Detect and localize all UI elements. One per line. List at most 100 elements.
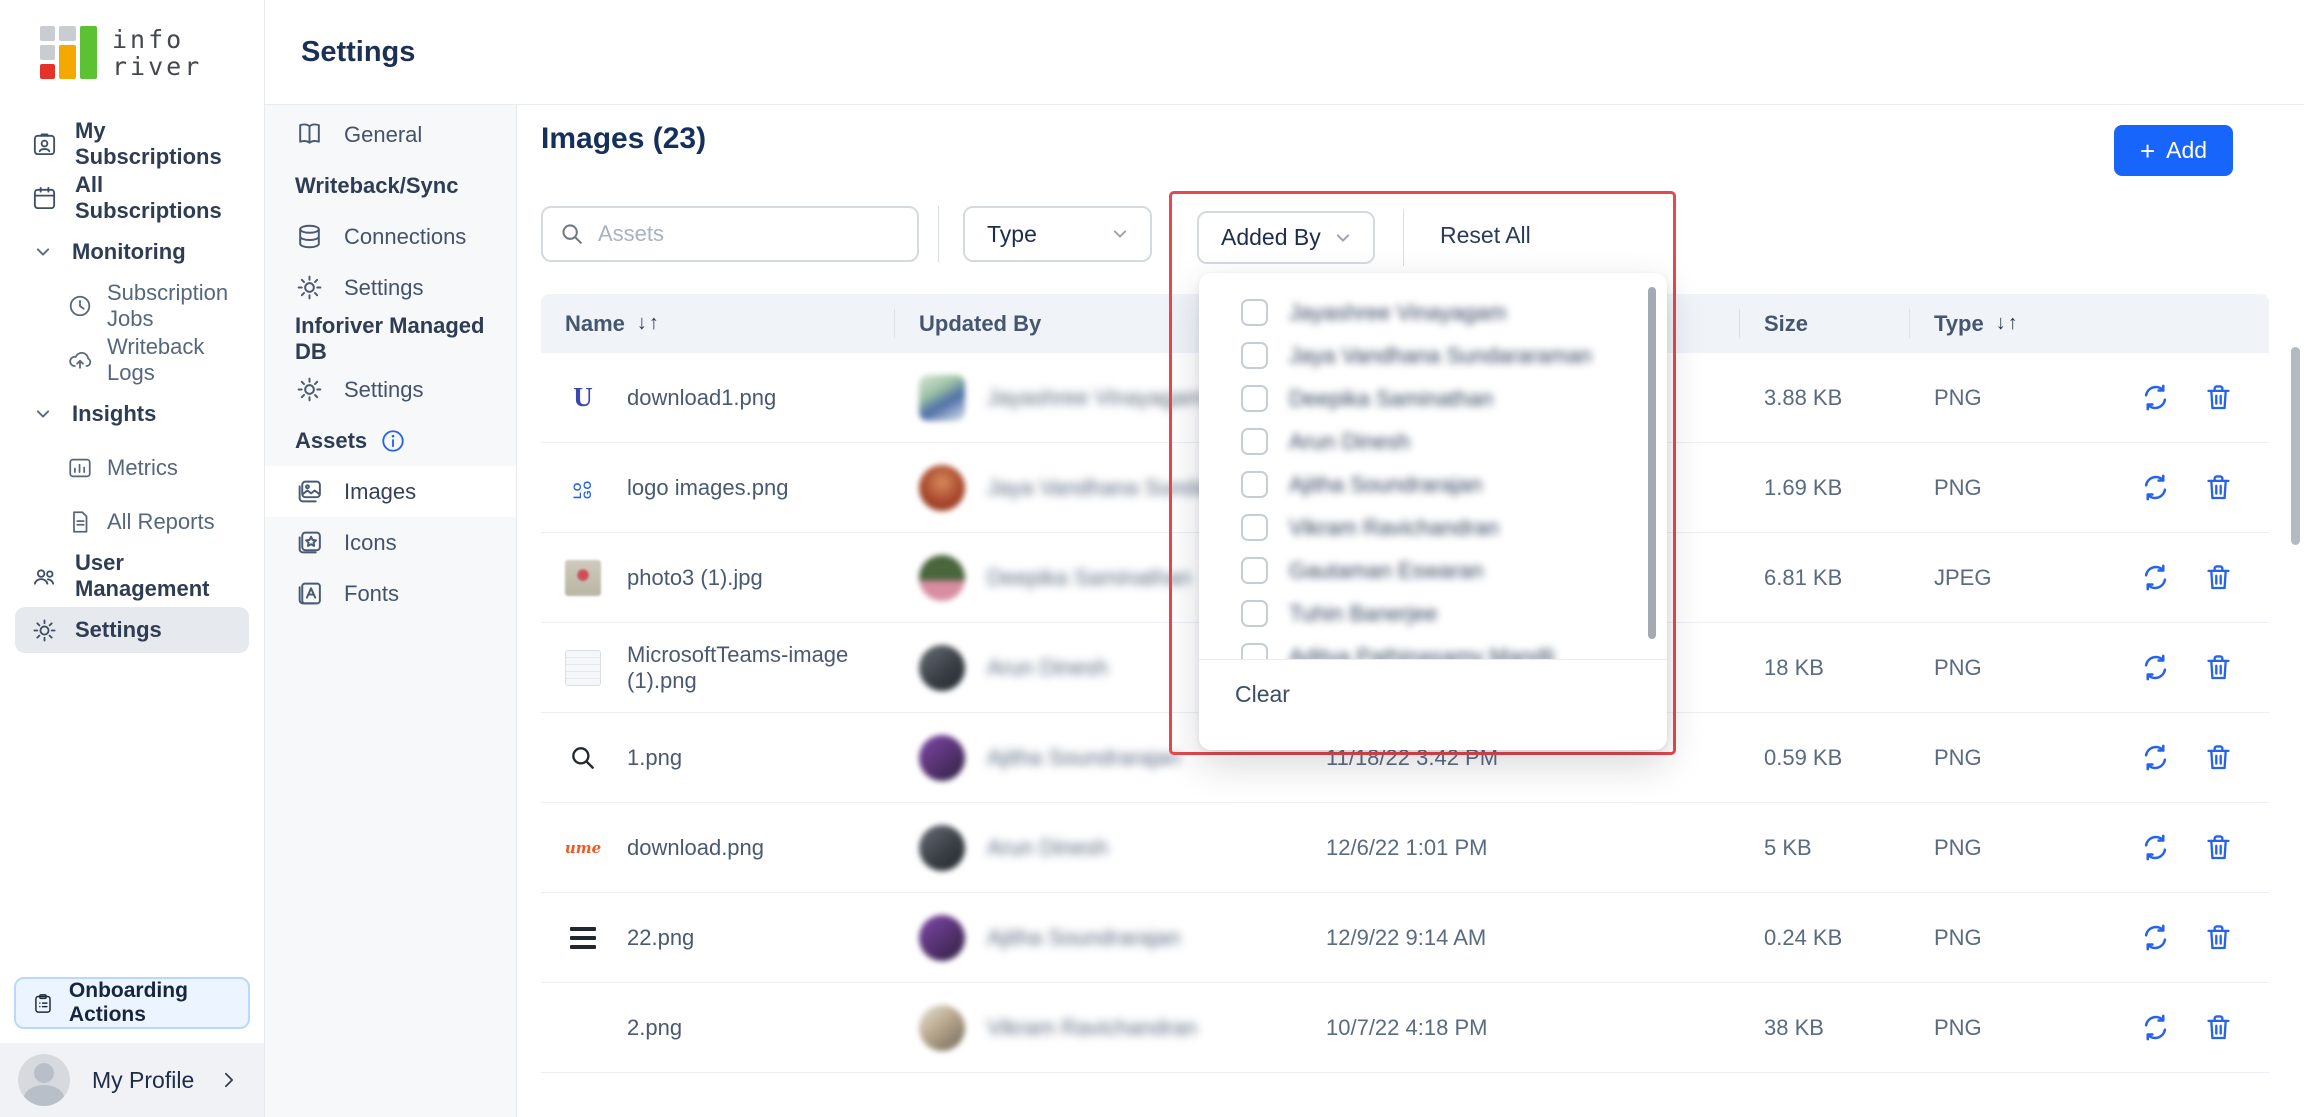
- subnav-section-label: Assets: [295, 427, 368, 453]
- document-icon: [73, 511, 88, 533]
- clear-button[interactable]: Clear: [1235, 681, 1290, 707]
- sidebar-item-settings[interactable]: Settings: [15, 607, 249, 653]
- inforiver-logo-text: info river: [112, 24, 203, 81]
- refresh-button[interactable]: [2140, 832, 2171, 863]
- added-by-option[interactable]: Vikram Ravichandran: [1199, 506, 1667, 549]
- delete-button[interactable]: [2203, 1012, 2234, 1043]
- type-filter-select[interactable]: Type: [963, 206, 1152, 262]
- added-by-option[interactable]: Tuhin Banerjee: [1199, 592, 1667, 635]
- refresh-button[interactable]: [2140, 562, 2171, 593]
- added-by-option[interactable]: Jaya Vandhana Sundararaman: [1199, 334, 1667, 377]
- refresh-button[interactable]: [2140, 922, 2171, 953]
- sidebar-item-label: Metrics: [107, 455, 178, 480]
- added-by-option[interactable]: Jayashree Vinayagam: [1199, 291, 1667, 334]
- refresh-button[interactable]: [2140, 742, 2171, 773]
- file-type: JPEG: [1934, 564, 1992, 590]
- checkbox[interactable]: [1241, 471, 1268, 498]
- sidebar-item-my-subscriptions[interactable]: My Subscriptions: [15, 118, 249, 169]
- refresh-button[interactable]: [2140, 472, 2171, 503]
- checkbox[interactable]: [1241, 514, 1268, 541]
- delete-button[interactable]: [2203, 382, 2234, 413]
- subnav-item-writeback-settings[interactable]: Settings: [265, 262, 516, 313]
- file-type: PNG: [1934, 924, 1982, 950]
- avatar: [919, 644, 965, 691]
- added-by-option[interactable]: Aditya Pathinasamy Mandli: [1199, 635, 1667, 659]
- fonts-icon: [298, 582, 321, 605]
- column-header-size[interactable]: Size: [1740, 294, 1910, 353]
- delete-button[interactable]: [2203, 472, 2234, 503]
- subnav-item-fonts[interactable]: Fonts: [265, 568, 516, 619]
- subnav-item-label: Settings: [344, 376, 424, 402]
- info-icon[interactable]: [380, 428, 406, 454]
- added-by-filter-select[interactable]: Added By: [1197, 211, 1375, 264]
- subnav-item-general[interactable]: General: [265, 109, 516, 160]
- subnav-item-label: General: [344, 121, 423, 147]
- checkbox[interactable]: [1241, 557, 1268, 584]
- thumbnail-magnifier: [565, 740, 601, 776]
- sidebar-group-monitoring[interactable]: Monitoring: [15, 229, 249, 275]
- checkbox[interactable]: [1241, 299, 1268, 326]
- checkbox[interactable]: [1241, 643, 1268, 659]
- primary-sidebar: info river My Subscriptions All Subscrip…: [0, 0, 265, 1117]
- page-scrollbar[interactable]: [2291, 347, 2300, 545]
- add-button[interactable]: + Add: [2114, 125, 2233, 176]
- column-header-name[interactable]: Name ↓↑: [541, 294, 895, 353]
- sort-icon: ↓↑: [636, 312, 661, 334]
- file-name: download.png: [627, 834, 765, 860]
- sidebar-group-label: Insights: [72, 401, 157, 426]
- chevron-down-icon: [1336, 233, 1350, 242]
- sidebar-item-writeback-logs[interactable]: Writeback Logs: [15, 334, 249, 385]
- search-input[interactable]: [598, 221, 888, 247]
- gear-icon: [33, 618, 56, 642]
- sidebar-item-user-management[interactable]: User Management: [15, 550, 249, 601]
- delete-button[interactable]: [2203, 562, 2234, 593]
- file-size: 0.59 KB: [1764, 744, 1843, 770]
- file-type: PNG: [1934, 384, 1982, 410]
- column-header-type[interactable]: Type ↓↑: [1910, 294, 2140, 353]
- sidebar-item-all-subscriptions[interactable]: All Subscriptions: [15, 172, 249, 223]
- file-size: 6.81 KB: [1764, 564, 1843, 590]
- dropdown-scrollbar[interactable]: [1648, 287, 1656, 639]
- gear-icon: [297, 275, 322, 300]
- checkbox[interactable]: [1241, 385, 1268, 412]
- delete-button[interactable]: [2203, 832, 2234, 863]
- avatar: [919, 824, 965, 871]
- checkbox[interactable]: [1241, 600, 1268, 627]
- sidebar-item-subscription-jobs[interactable]: Subscription Jobs: [15, 280, 249, 331]
- refresh-button[interactable]: [2140, 382, 2171, 413]
- cloud-upload-icon: [69, 351, 92, 369]
- updated-by-name: Deepika Saminathan: [987, 564, 1192, 590]
- subnav-item-images[interactable]: Images: [265, 466, 516, 517]
- sidebar-item-all-reports[interactable]: All Reports: [15, 499, 249, 545]
- subnav-item-connections[interactable]: Connections: [265, 211, 516, 262]
- subnav-item-icons[interactable]: Icons: [265, 517, 516, 568]
- sidebar-item-metrics[interactable]: Metrics: [15, 445, 249, 491]
- checkbox[interactable]: [1241, 428, 1268, 455]
- file-name: logo images.png: [627, 474, 789, 500]
- file-type: PNG: [1934, 654, 1982, 680]
- added-by-option[interactable]: Arun Dinesh: [1199, 420, 1667, 463]
- my-profile-row[interactable]: My Profile: [0, 1043, 264, 1117]
- subnav-item-db-settings[interactable]: Settings: [265, 364, 516, 415]
- delete-button[interactable]: [2203, 922, 2234, 953]
- added-by-option[interactable]: Gautaman Eswaran: [1199, 549, 1667, 592]
- subnav-item-label: Connections: [344, 223, 467, 249]
- refresh-button[interactable]: [2140, 652, 2171, 683]
- file-size: 18 KB: [1764, 654, 1824, 680]
- onboarding-actions-button[interactable]: Onboarding Actions: [14, 977, 250, 1029]
- my-profile-label: My Profile: [92, 1066, 195, 1093]
- checkbox[interactable]: [1241, 342, 1268, 369]
- refresh-button[interactable]: [2140, 1012, 2171, 1043]
- added-by-option-label: Jayashree Vinayagam: [1289, 299, 1507, 325]
- added-by-option[interactable]: Deepika Saminathan: [1199, 377, 1667, 420]
- chevron-right-icon: [224, 1072, 234, 1088]
- images-count-title: Images (23): [541, 122, 707, 155]
- inforiver-logo-icon: [40, 26, 97, 79]
- sidebar-group-insights[interactable]: Insights: [15, 391, 249, 437]
- updated-by-name: Ajitha Soundrarajan: [987, 744, 1181, 770]
- thumbnail-hamburger-lines: [565, 920, 601, 956]
- delete-button[interactable]: [2203, 742, 2234, 773]
- delete-button[interactable]: [2203, 652, 2234, 683]
- added-by-option[interactable]: Ajitha Soundrarajan: [1199, 463, 1667, 506]
- reset-all-button[interactable]: Reset All: [1440, 222, 1531, 249]
